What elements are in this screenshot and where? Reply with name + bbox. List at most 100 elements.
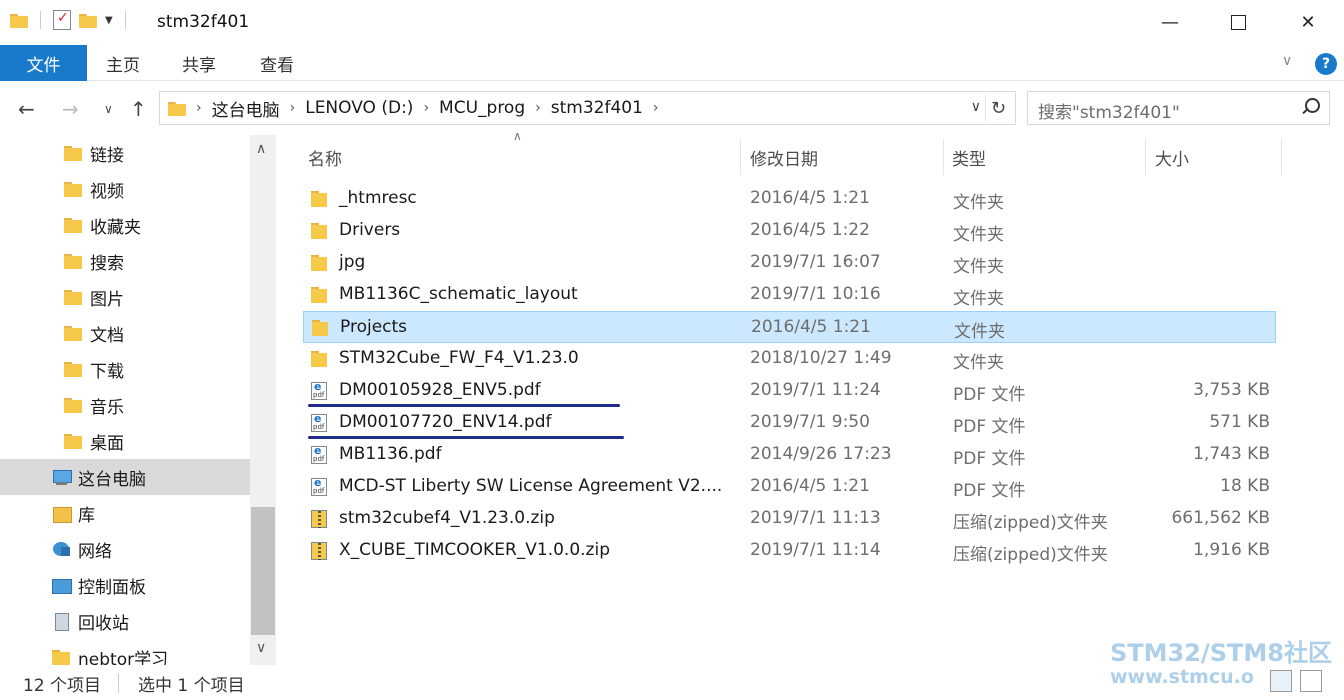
breadcrumb-this-pc[interactable]: 这台电脑 xyxy=(212,96,280,121)
column-header-date[interactable]: 修改日期 xyxy=(742,139,942,175)
expand-ribbon-icon[interactable]: ∨ xyxy=(1282,53,1292,69)
sidebar-item-nebtor[interactable]: nebtor学习 xyxy=(0,639,250,665)
sidebar-item-this-pc[interactable]: 这台电脑 xyxy=(0,459,250,495)
details-view-icon[interactable] xyxy=(1270,670,1292,692)
recent-locations-button[interactable]: ∨ xyxy=(104,102,113,116)
breadcrumb-separator[interactable]: › xyxy=(423,100,429,116)
file-name: MB1136.pdf xyxy=(339,444,442,464)
divider[interactable] xyxy=(1145,139,1146,175)
maximize-button[interactable] xyxy=(1203,0,1273,45)
sidebar-item-control-panel[interactable]: 控制面板 xyxy=(0,567,250,603)
folder-video-icon xyxy=(64,180,82,198)
tab-share[interactable]: 共享 xyxy=(168,45,230,81)
divider[interactable] xyxy=(740,139,741,175)
breadcrumb-separator[interactable]: › xyxy=(653,100,659,116)
file-row[interactable]: MB1136C_schematic_layout 2019/7/1 10:16 … xyxy=(303,279,1276,311)
file-name: MCD-ST Liberty SW License Agreement V2..… xyxy=(339,476,723,496)
address-bar[interactable]: › 这台电脑 › LENOVO (D:) › MCU_prog › stm32f… xyxy=(159,91,1016,125)
sidebar-item-searches[interactable]: 搜索 xyxy=(0,243,250,279)
sidebar-item-music[interactable]: 音乐 xyxy=(0,387,250,423)
file-name: MB1136C_schematic_layout xyxy=(339,284,578,304)
folder-link-icon xyxy=(64,144,82,162)
divider xyxy=(40,11,41,29)
file-type: 文件夹 xyxy=(953,193,1004,213)
breadcrumb-mcu-prog[interactable]: MCU_prog xyxy=(439,98,525,118)
sidebar-item-label: 搜索 xyxy=(90,253,124,274)
breadcrumb-separator[interactable]: › xyxy=(535,100,541,116)
file-size: 661,562 KB xyxy=(1171,508,1270,528)
sidebar-item-videos[interactable]: 视频 xyxy=(0,171,250,207)
refresh-icon[interactable]: ↻ xyxy=(985,95,1011,121)
chevron-down-icon[interactable]: ▼ xyxy=(105,15,113,26)
column-header-name[interactable]: 名称 xyxy=(300,139,740,175)
pdf-icon xyxy=(311,380,327,400)
file-row-selected[interactable]: Projects 2016/4/5 1:21 文件夹 xyxy=(303,311,1276,343)
file-row[interactable]: stm32cubef4_V1.23.0.zip 2019/7/1 11:13 压… xyxy=(303,503,1276,535)
tab-view[interactable]: 查看 xyxy=(246,45,308,81)
divider[interactable] xyxy=(1281,139,1282,175)
file-row[interactable]: DM00105928_ENV5.pdf 2019/7/1 11:24 PDF 文… xyxy=(303,375,1276,407)
file-date: 2019/7/1 16:07 xyxy=(750,252,881,272)
tab-file[interactable]: 文件 xyxy=(0,45,87,81)
breadcrumb-current[interactable]: stm32f401 xyxy=(551,98,643,118)
maximize-icon xyxy=(1230,15,1246,30)
minimize-button[interactable]: — xyxy=(1135,0,1205,45)
breadcrumb-separator[interactable]: › xyxy=(196,100,202,116)
up-button[interactable]: ↑ xyxy=(130,97,147,121)
breadcrumb-drive[interactable]: LENOVO (D:) xyxy=(305,98,413,118)
scrollbar-thumb[interactable] xyxy=(251,507,275,635)
forward-button[interactable]: → xyxy=(62,97,79,121)
file-date: 2019/7/1 11:13 xyxy=(750,508,881,528)
sidebar-item-desktop[interactable]: 桌面 xyxy=(0,423,250,459)
sidebar-item-pictures[interactable]: 图片 xyxy=(0,279,250,315)
file-date: 2016/4/5 1:21 xyxy=(750,476,870,496)
file-row[interactable]: DM00107720_ENV14.pdf 2019/7/1 9:50 PDF 文… xyxy=(303,407,1276,439)
folder-icon xyxy=(311,350,327,368)
file-date: 2016/4/5 1:21 xyxy=(750,188,870,208)
annotation-underline xyxy=(308,404,620,407)
column-header-size[interactable]: 大小 xyxy=(1147,139,1281,175)
file-row[interactable]: MB1136.pdf 2014/9/26 17:23 PDF 文件 1,743 … xyxy=(303,439,1276,471)
properties-icon[interactable] xyxy=(53,10,71,30)
file-row[interactable]: STM32Cube_FW_F4_V1.23.0 2018/10/27 1:49 … xyxy=(303,343,1276,375)
file-row[interactable]: jpg 2019/7/1 16:07 文件夹 xyxy=(303,247,1276,279)
back-button[interactable]: ← xyxy=(18,97,35,121)
sidebar-scrollbar[interactable]: ∧ ∨ xyxy=(250,135,276,665)
file-list: ∧ 名称 修改日期 类型 大小 _htmresc 2016/4/5 1:21 文… xyxy=(276,129,1344,665)
help-button[interactable]: ? xyxy=(1315,53,1337,75)
window-title: stm32f401 xyxy=(157,12,250,32)
file-type: PDF 文件 xyxy=(953,449,1026,469)
sidebar-item-label: 网络 xyxy=(78,541,112,562)
sidebar-item-downloads[interactable]: 下载 xyxy=(0,351,250,387)
file-row[interactable]: _htmresc 2016/4/5 1:21 文件夹 xyxy=(303,183,1276,215)
file-type: 文件夹 xyxy=(953,257,1004,277)
sidebar-item-label: 库 xyxy=(78,505,95,526)
breadcrumb-separator[interactable]: › xyxy=(290,100,296,116)
folder-icon xyxy=(311,286,327,304)
chevron-down-icon[interactable]: ∨ xyxy=(256,640,266,656)
sidebar-item-favorites[interactable]: 收藏夹 xyxy=(0,207,250,243)
file-row[interactable]: Drivers 2016/4/5 1:22 文件夹 xyxy=(303,215,1276,247)
sidebar-item-links[interactable]: 链接 xyxy=(0,135,250,171)
divider xyxy=(118,673,119,693)
column-header-type[interactable]: 类型 xyxy=(944,139,1144,175)
chevron-up-icon[interactable]: ∧ xyxy=(256,141,266,157)
close-button[interactable]: ✕ xyxy=(1273,0,1343,45)
chevron-down-icon[interactable]: ∨ xyxy=(971,99,981,115)
navigation-bar: ← → ∨ ↑ › 这台电脑 › LENOVO (D:) › MCU_prog … xyxy=(0,81,1344,135)
sidebar-item-network[interactable]: 网络 xyxy=(0,531,250,567)
file-row[interactable]: X_CUBE_TIMCOOKER_V1.0.0.zip 2019/7/1 11:… xyxy=(303,535,1276,567)
folder-icon[interactable] xyxy=(10,12,28,28)
sidebar-item-recycle-bin[interactable]: 回收站 xyxy=(0,603,250,639)
zip-icon xyxy=(311,510,327,528)
quick-access-toolbar: ▼ xyxy=(10,10,130,30)
search-input[interactable]: 搜索"stm32f401" xyxy=(1027,91,1330,125)
search-icon[interactable] xyxy=(1301,98,1320,116)
tab-home[interactable]: 主页 xyxy=(92,45,154,81)
new-folder-icon[interactable] xyxy=(79,12,97,28)
sidebar-item-libraries[interactable]: 库 xyxy=(0,495,250,531)
file-row[interactable]: MCD-ST Liberty SW License Agreement V2..… xyxy=(303,471,1276,503)
sidebar-item-documents[interactable]: 文档 xyxy=(0,315,250,351)
folder-icon xyxy=(311,254,327,272)
large-icons-view-icon[interactable] xyxy=(1300,670,1322,692)
